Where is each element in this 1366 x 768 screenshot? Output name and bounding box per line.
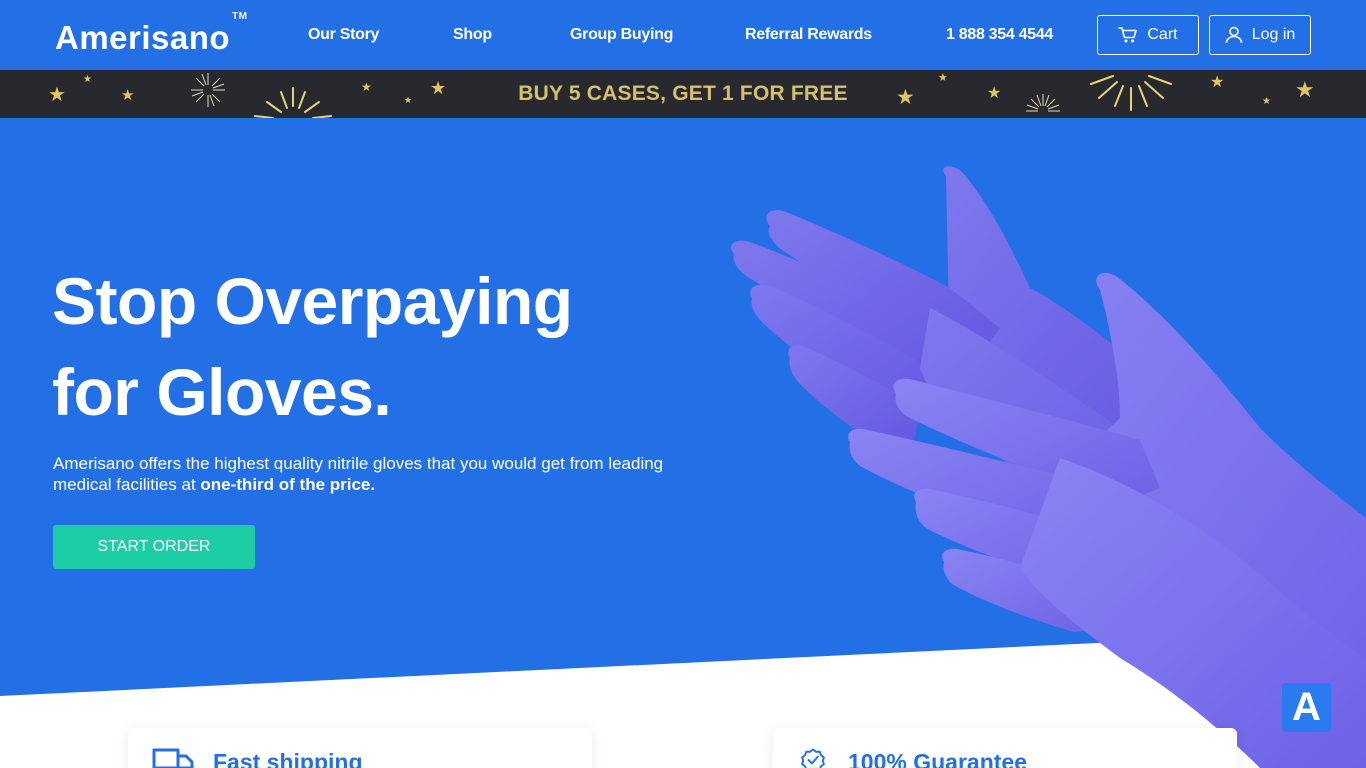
nav-shop[interactable]: Shop: [453, 25, 492, 45]
star-icon: ★: [1210, 74, 1225, 91]
login-button[interactable]: Log in: [1209, 15, 1311, 55]
user-icon: [1225, 26, 1243, 44]
star-icon: ★: [1295, 77, 1315, 102]
nav-group-buying[interactable]: Group Buying: [570, 25, 673, 45]
brand-name: Amerisano: [55, 19, 231, 56]
hero-description-highlight: one-third of the price.: [200, 475, 376, 494]
nav-phone[interactable]: 1 888 354 4544: [946, 25, 1053, 45]
feature-title: 100% Guarantee: [848, 749, 1027, 768]
hero-title-line2: for Gloves.: [52, 355, 392, 429]
star-icon: ★: [1262, 96, 1271, 107]
star-icon: ★: [896, 86, 915, 109]
site-header: AmerisanoTM Our Story Shop Group Buying …: [0, 0, 1366, 70]
nav-our-story[interactable]: Our Story: [308, 25, 379, 45]
cart-button[interactable]: Cart: [1097, 15, 1199, 55]
feature-card-guarantee: 100% Guarantee: [773, 728, 1237, 768]
star-icon: ★: [938, 72, 948, 84]
promo-banner[interactable]: ★ ★ ★ ★ ★ ★ BUY 5 CASES, GET 1 FOR FREE …: [0, 70, 1366, 118]
firework-icon: [1026, 94, 1060, 112]
hero-description: Amerisano offers the highest quality nit…: [53, 453, 673, 495]
start-order-button[interactable]: START ORDER: [53, 525, 255, 569]
cart-label: Cart: [1147, 26, 1178, 43]
brand-logo[interactable]: AmerisanoTM: [55, 11, 248, 59]
hero-title: Stop Overpaying for Gloves.: [52, 256, 573, 438]
firework-icon: [1090, 75, 1172, 111]
badge-check-icon: [797, 748, 829, 768]
star-icon: ★: [987, 85, 1002, 102]
feature-card-shipping: Fast shipping: [128, 728, 592, 768]
truck-icon: [152, 748, 194, 768]
nav-referral-rewards[interactable]: Referral Rewards: [745, 25, 872, 45]
hero-title-line1: Stop Overpaying: [52, 264, 573, 338]
gloves-image: [731, 166, 1366, 768]
login-label: Log in: [1251, 26, 1296, 43]
hero-section: Stop Overpaying for Gloves. Amerisano of…: [0, 118, 1366, 768]
cart-icon: [1118, 26, 1138, 44]
feature-title: Fast shipping: [213, 749, 363, 768]
trademark-mark: TM: [232, 11, 248, 22]
floating-widget-button[interactable]: A: [1282, 683, 1331, 732]
